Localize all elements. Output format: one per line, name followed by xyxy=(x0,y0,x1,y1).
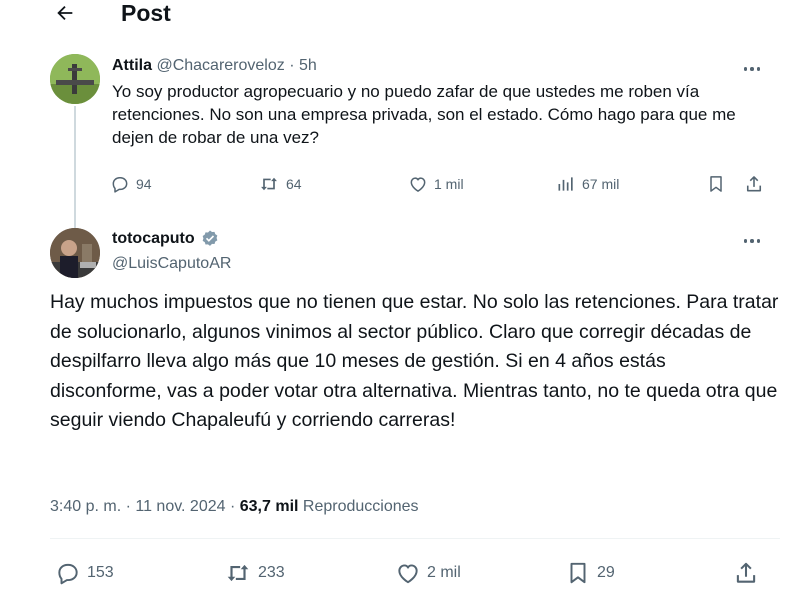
heart-icon xyxy=(410,177,426,192)
tweet-text: Hay muchos impuestos que no tienen que e… xyxy=(50,291,779,431)
author-handle[interactable]: @LuisCaputoAR xyxy=(112,254,231,274)
bookmark-button[interactable] xyxy=(706,174,726,194)
top-bar: Post xyxy=(0,0,800,30)
author-handle[interactable]: @Chacareroveloz xyxy=(156,57,284,74)
repost-count: 64 xyxy=(286,176,302,192)
views-label: Reproducciones xyxy=(302,498,419,515)
share-button[interactable] xyxy=(733,560,759,586)
avatar[interactable] xyxy=(50,228,100,278)
repost-icon xyxy=(227,564,249,582)
more-options-button[interactable] xyxy=(738,62,766,76)
back-button[interactable] xyxy=(50,0,80,26)
repost-icon xyxy=(261,177,277,191)
post-timestamp[interactable]: 3:40 p. m. · 11 nov. 2024 · xyxy=(50,498,235,515)
divider xyxy=(50,538,780,539)
like-button[interactable]: 2 mil xyxy=(395,560,461,586)
author-name[interactable]: Attila xyxy=(112,57,152,74)
tweet-metadata: 3:40 p. m. · 11 nov. 2024 · 63,7 mil Rep… xyxy=(50,498,419,516)
avatar[interactable] xyxy=(50,54,100,104)
reply-button[interactable]: 153 xyxy=(55,560,114,586)
page-title: Post xyxy=(121,0,171,26)
like-button[interactable]: 1 mil xyxy=(408,174,464,194)
like-count: 2 mil xyxy=(427,564,461,581)
views-button[interactable]: 67 mil xyxy=(556,174,619,194)
tweet-actions: 153 233 2 mil 29 xyxy=(0,560,800,586)
share-button[interactable] xyxy=(744,174,764,194)
verified-badge-icon[interactable] xyxy=(200,229,220,249)
person-avatar-image xyxy=(50,228,100,278)
heart-icon xyxy=(398,564,418,584)
author-line: Attila @Chacareroveloz · 5h xyxy=(112,56,317,76)
like-count: 1 mil xyxy=(434,176,464,192)
more-options-button[interactable] xyxy=(738,234,766,248)
reply-button[interactable]: 94 xyxy=(110,174,152,194)
views-count[interactable]: 63,7 mil xyxy=(240,498,299,515)
airplane-avatar-image xyxy=(50,54,100,104)
reply-icon xyxy=(58,563,78,585)
reply-count: 94 xyxy=(136,176,152,192)
reply-icon xyxy=(112,177,128,193)
author-line: totocaputo xyxy=(112,229,220,249)
share-icon xyxy=(736,562,756,583)
tweet-actions: 94 64 1 mil 67 mil xyxy=(0,174,800,198)
repost-button[interactable]: 233 xyxy=(224,560,285,586)
share-icon xyxy=(746,176,762,192)
author-name[interactable]: totocaputo xyxy=(112,229,195,249)
post-time[interactable]: · 5h xyxy=(289,57,317,74)
bookmark-button[interactable]: 29 xyxy=(565,560,615,586)
repost-button[interactable]: 64 xyxy=(258,174,302,194)
analytics-icon xyxy=(558,177,573,191)
views-count: 67 mil xyxy=(582,176,620,192)
arrow-left-icon xyxy=(57,5,73,21)
repost-count: 233 xyxy=(258,564,285,581)
bookmark-icon xyxy=(570,562,586,584)
tweet-text: Yo soy productor agropecuario y no puedo… xyxy=(112,82,736,147)
reply-count: 153 xyxy=(87,564,114,581)
bookmark-count: 29 xyxy=(597,564,615,581)
bookmark-icon xyxy=(710,176,722,192)
